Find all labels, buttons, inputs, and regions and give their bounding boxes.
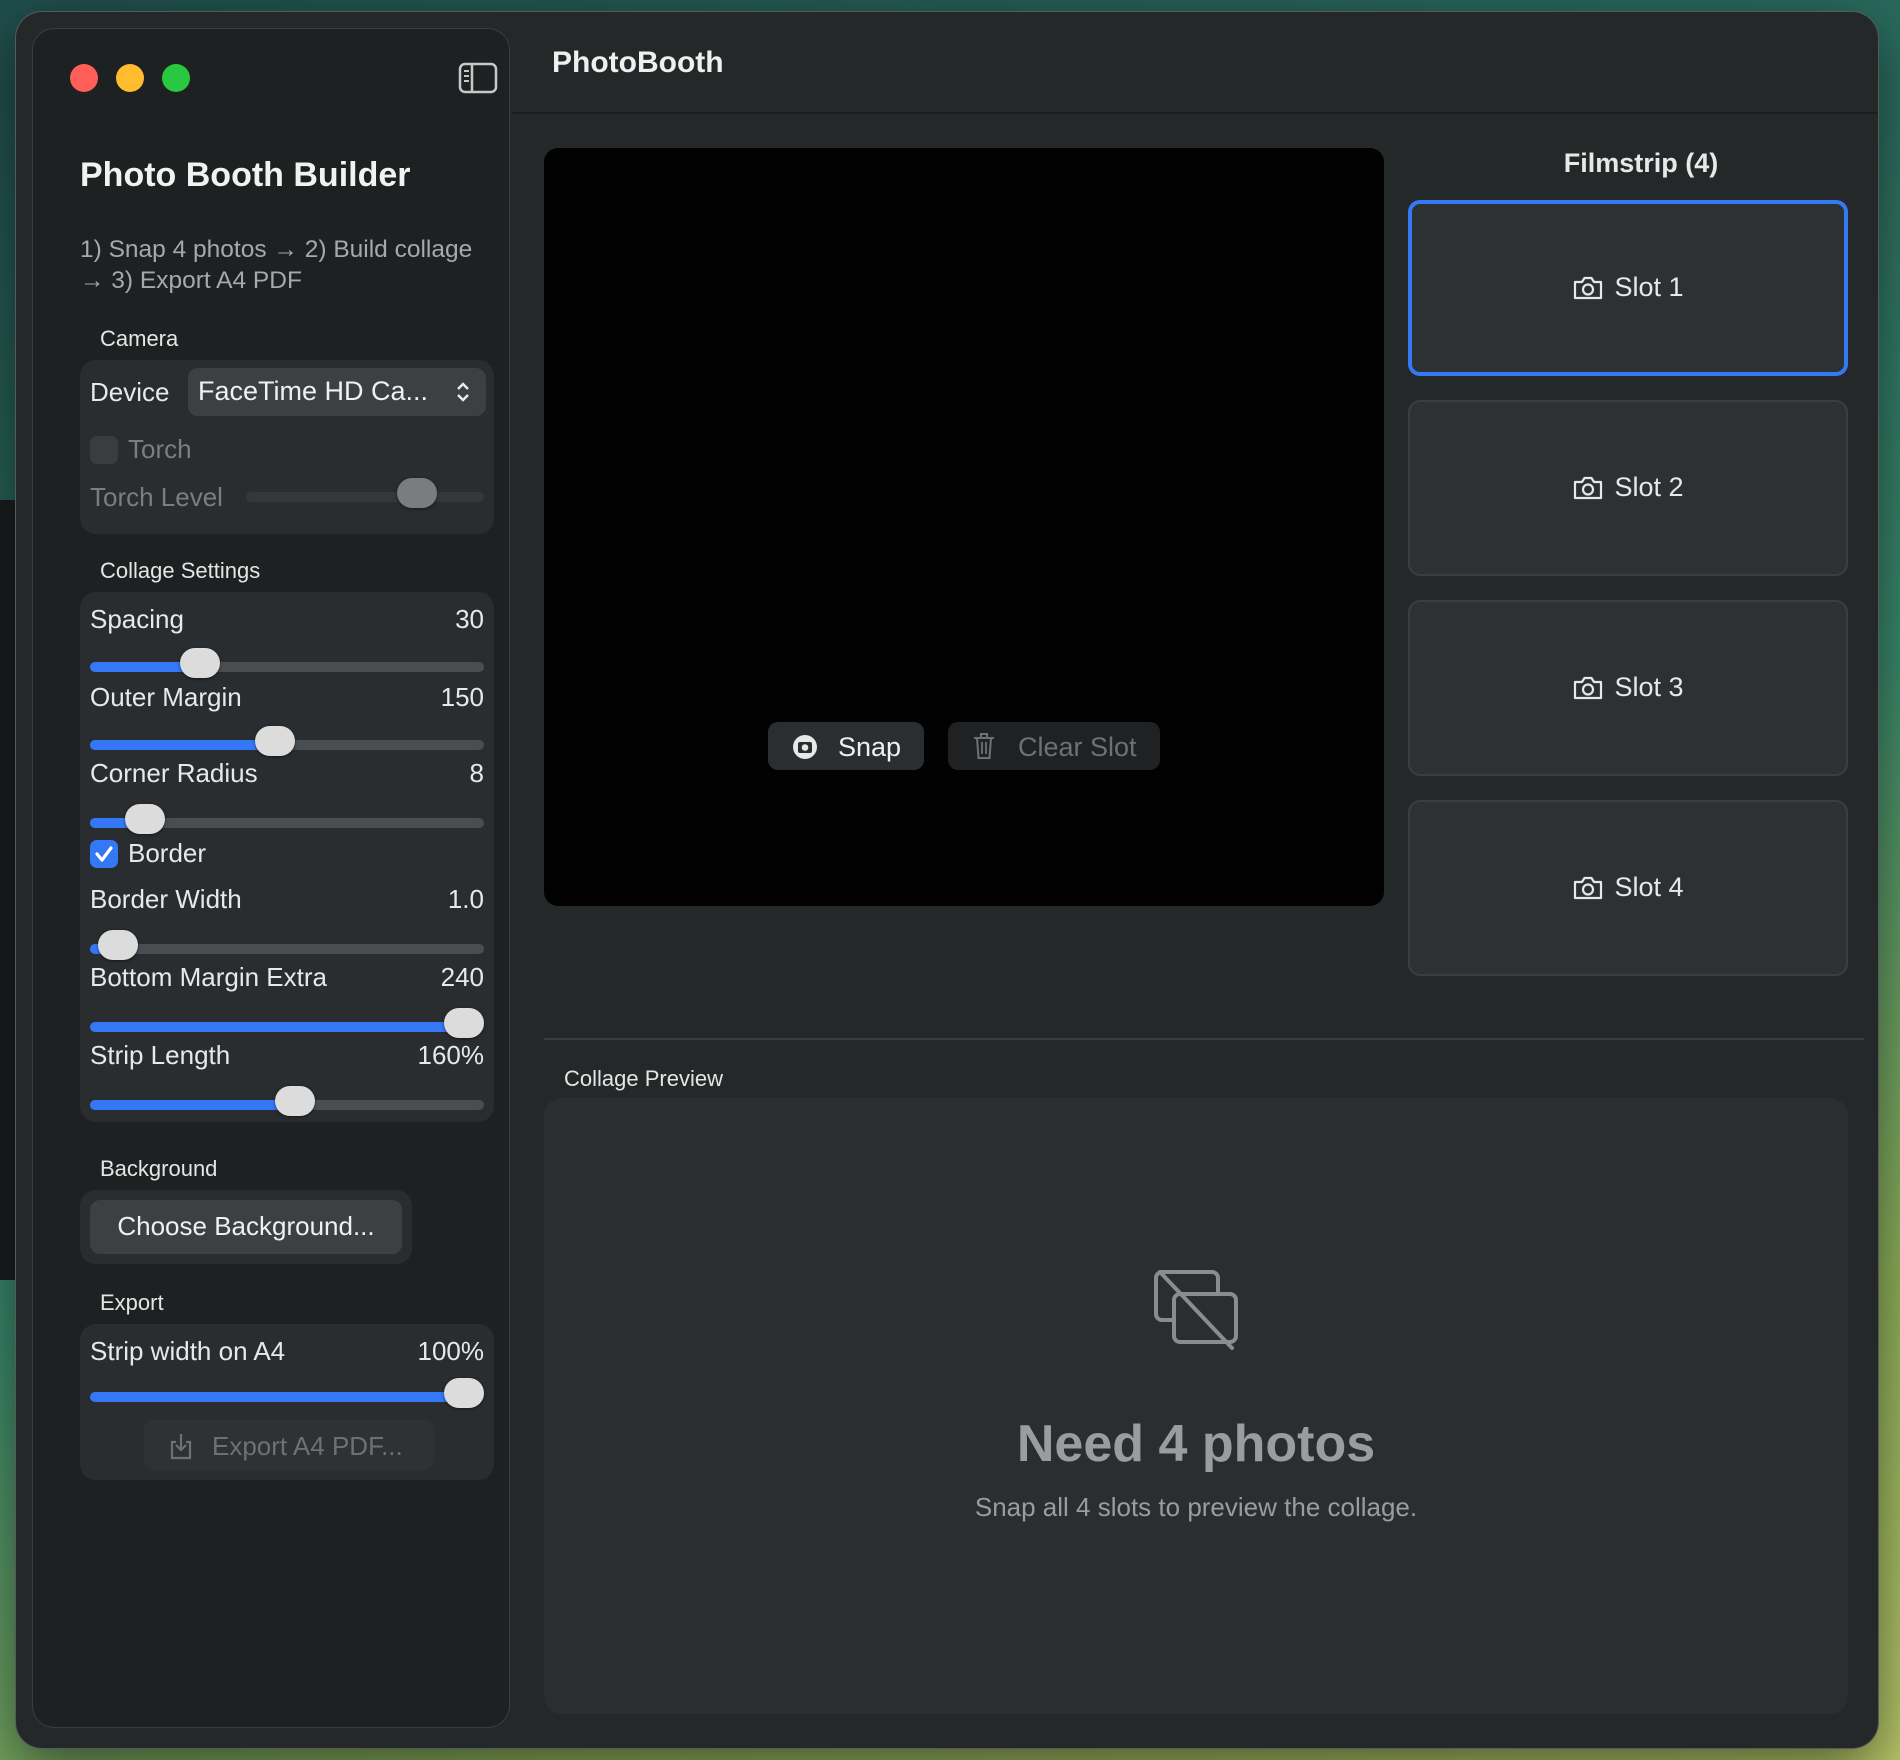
filmstrip-slot-2[interactable]: Slot 2 bbox=[1408, 400, 1848, 576]
torch-label: Torch bbox=[128, 434, 192, 464]
preview-divider bbox=[544, 1038, 1864, 1040]
border-width-value: 1.0 bbox=[447, 884, 484, 914]
choose-background-label: Choose Background... bbox=[117, 1211, 375, 1241]
corner-radius-thumb[interactable] bbox=[125, 804, 166, 834]
filmstrip-slot-1[interactable]: Slot 1 bbox=[1408, 200, 1848, 376]
camera-icon bbox=[793, 735, 817, 759]
outer-margin-label: Outer Margin bbox=[90, 682, 242, 712]
chevron-updown-icon bbox=[457, 382, 469, 402]
window-title: PhotoBooth bbox=[552, 46, 724, 79]
clear-slot-label: Clear Slot bbox=[1018, 732, 1137, 762]
outer-margin-slider[interactable] bbox=[90, 726, 484, 756]
trash-icon bbox=[974, 733, 994, 759]
outer-margin-value: 150 bbox=[440, 682, 484, 712]
strip-width-value: 100% bbox=[417, 1336, 485, 1366]
checkmark-icon bbox=[95, 846, 113, 862]
zoom-window-button[interactable] bbox=[162, 64, 190, 92]
minimize-window-button[interactable] bbox=[116, 64, 144, 92]
close-window-button[interactable] bbox=[70, 64, 98, 92]
torch-level-label: Torch Level bbox=[90, 482, 223, 512]
camera-group: Device FaceTime HD Ca... Torch Torch Lev… bbox=[80, 360, 494, 534]
slot-label: Slot 3 bbox=[1614, 672, 1684, 702]
camera-icon bbox=[1574, 876, 1603, 899]
slot-label: Slot 4 bbox=[1614, 872, 1684, 902]
toolbar-divider bbox=[512, 112, 1878, 114]
corner-radius-label: Corner Radius bbox=[90, 758, 258, 788]
camera-icon bbox=[1574, 476, 1603, 499]
torch-level-thumb[interactable] bbox=[397, 478, 438, 508]
torch-level-slider[interactable] bbox=[246, 478, 484, 508]
strip-length-value: 160% bbox=[417, 1040, 485, 1070]
collage-section-header: Collage Settings bbox=[100, 558, 261, 583]
export-section-header: Export bbox=[100, 1290, 164, 1315]
camera-section-header: Camera bbox=[100, 326, 179, 351]
strip-length-thumb[interactable] bbox=[274, 1086, 315, 1116]
background-section-header: Background bbox=[100, 1156, 218, 1181]
export-group: Strip width on A4 100% Export A4 PDF... bbox=[80, 1324, 494, 1480]
snap-label: Snap bbox=[838, 732, 902, 762]
collage-settings-group: Spacing 30 Outer Margin 150 Corner Radiu… bbox=[80, 592, 494, 1122]
empty-state-title: Need 4 photos bbox=[1016, 1415, 1376, 1473]
border-width-thumb[interactable] bbox=[97, 930, 138, 960]
sidebar-subtitle: 1) Snap 4 photos → 2) Build collage → 3)… bbox=[80, 236, 473, 294]
border-width-slider[interactable] bbox=[90, 930, 484, 960]
outer-margin-thumb[interactable] bbox=[255, 726, 296, 756]
border-label: Border bbox=[128, 838, 207, 868]
strip-width-slider[interactable] bbox=[90, 1378, 485, 1408]
sidebar-title: Photo Booth Builder bbox=[80, 156, 411, 194]
spacing-value: 30 bbox=[455, 604, 484, 634]
camera-preview: Snap Clear Slot bbox=[544, 148, 1384, 906]
torch-checkbox[interactable] bbox=[90, 436, 118, 464]
strip-length-slider[interactable] bbox=[90, 1086, 484, 1116]
device-select-value: FaceTime HD Ca... bbox=[198, 376, 429, 406]
filmstrip-slot-3[interactable]: Slot 3 bbox=[1408, 600, 1848, 776]
camera-icon bbox=[1574, 276, 1603, 299]
strip-width-thumb[interactable] bbox=[444, 1378, 485, 1408]
no-photos-icon bbox=[1154, 1270, 1238, 1350]
filmstrip-title: Filmstrip (4) bbox=[1563, 148, 1719, 178]
corner-radius-value: 8 bbox=[469, 758, 484, 788]
filmstrip-slot-4[interactable]: Slot 4 bbox=[1408, 800, 1848, 976]
corner-radius-slider[interactable] bbox=[90, 804, 484, 834]
slot-label: Slot 2 bbox=[1614, 472, 1684, 502]
choose-background-button[interactable]: Choose Background... bbox=[90, 1200, 402, 1254]
camera-icon bbox=[1574, 676, 1603, 699]
bottom-margin-extra-label: Bottom Margin Extra bbox=[90, 962, 327, 992]
device-select[interactable]: FaceTime HD Ca... bbox=[188, 368, 486, 416]
export-pdf-label: Export A4 PDF... bbox=[212, 1431, 403, 1461]
spacing-thumb[interactable] bbox=[180, 648, 221, 678]
spacing-label: Spacing bbox=[90, 604, 184, 634]
collage-preview-label: Collage Preview bbox=[564, 1066, 723, 1091]
app-window: Photo Booth Builder 1) Snap 4 photos → 2… bbox=[16, 12, 1878, 1748]
device-label: Device bbox=[90, 377, 170, 407]
clear-slot-button[interactable]: Clear Slot bbox=[948, 722, 1160, 770]
slot-label: Slot 1 bbox=[1614, 272, 1684, 302]
snap-button[interactable]: Snap bbox=[768, 722, 924, 770]
collage-preview-area: Need 4 photos Snap all 4 slots to previe… bbox=[544, 1098, 1848, 1714]
sidebar-toggle-icon[interactable] bbox=[458, 62, 498, 94]
strip-length-label: Strip Length bbox=[90, 1040, 231, 1070]
empty-state-subtitle: Snap all 4 slots to preview the collage. bbox=[974, 1492, 1418, 1522]
spacing-slider[interactable] bbox=[90, 648, 484, 678]
background-group: Choose Background... bbox=[80, 1190, 412, 1264]
sidebar: Photo Booth Builder 1) Snap 4 photos → 2… bbox=[32, 28, 510, 1728]
border-checkbox[interactable] bbox=[90, 840, 118, 868]
bottom-margin-extra-thumb[interactable] bbox=[444, 1008, 485, 1038]
export-pdf-button[interactable]: Export A4 PDF... bbox=[144, 1420, 434, 1470]
border-width-label: Border Width bbox=[90, 884, 242, 914]
bottom-margin-extra-slider[interactable] bbox=[90, 1008, 485, 1038]
bottom-margin-extra-value: 240 bbox=[440, 962, 484, 992]
strip-width-label: Strip width on A4 bbox=[90, 1336, 286, 1366]
export-icon bbox=[170, 1434, 192, 1460]
